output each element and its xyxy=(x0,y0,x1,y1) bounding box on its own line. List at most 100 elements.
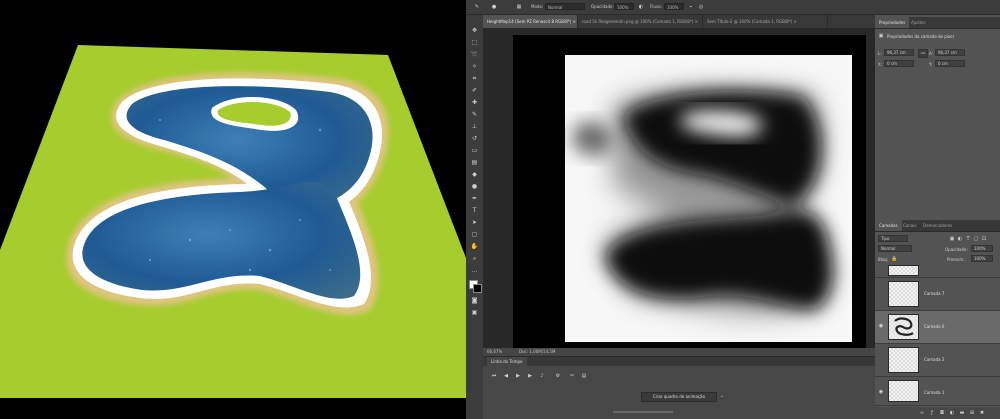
tab-paths[interactable]: Demarcadores xyxy=(919,220,956,231)
layer-row-selected[interactable]: ◉ Camada 6 xyxy=(875,311,1000,344)
layer-name[interactable]: Camada 6 xyxy=(924,324,944,329)
pressure-opacity-icon[interactable]: ◐ xyxy=(638,4,644,10)
visibility-eye-icon[interactable]: ◉ xyxy=(877,389,885,396)
move-tool-icon[interactable]: ✥ xyxy=(470,27,479,35)
background-color-swatch[interactable] xyxy=(473,284,482,293)
right-panels: Propriedades Ajustes ▣ Propriedades da c… xyxy=(875,15,1000,419)
layer-thumbnail xyxy=(888,347,919,373)
link-dimensions-button[interactable]: GO xyxy=(918,49,928,58)
create-dropdown-icon[interactable]: ⌄ xyxy=(719,393,725,399)
eyedropper-tool-icon[interactable]: ✐ xyxy=(470,87,479,95)
filter-shape-icon[interactable]: ▢ xyxy=(973,236,979,242)
mask-icon[interactable]: ◘ xyxy=(939,410,945,416)
screen-mode-icon[interactable]: ▣ xyxy=(470,309,479,317)
width-field[interactable]: 96,37 cm xyxy=(884,49,914,56)
timeline-tab[interactable]: Linha do Tempo xyxy=(487,357,527,366)
trash-icon[interactable]: ✖ xyxy=(979,410,985,416)
stamp-tool-icon[interactable]: ⊥ xyxy=(470,123,479,131)
blur-tool-icon[interactable]: ◆ xyxy=(470,171,479,179)
filter-type-icon[interactable]: T xyxy=(965,236,971,242)
canvas-area[interactable] xyxy=(483,28,875,349)
split-icon[interactable]: ✂ xyxy=(569,373,575,379)
filter-smart-icon[interactable]: ⊡ xyxy=(981,236,987,242)
blend-mode-select[interactable]: Normal xyxy=(878,245,912,252)
tab-properties[interactable]: Propriedades xyxy=(875,17,910,28)
first-frame-icon[interactable]: ⏮ xyxy=(491,373,497,379)
eraser-tool-icon[interactable]: ▭ xyxy=(470,147,479,155)
crop-tool-icon[interactable]: ⌗ xyxy=(470,75,479,83)
options-bar: ✎ ● ▦ Modo: Normal Opacidade: 100% ◐ Flu… xyxy=(466,0,1000,15)
brush-panel-icon[interactable]: ▦ xyxy=(516,4,522,10)
mode-select[interactable]: Normal xyxy=(545,3,585,10)
next-frame-icon[interactable]: ▶ xyxy=(527,373,533,379)
opacity-input[interactable]: 100% xyxy=(614,3,634,10)
dodge-tool-icon[interactable]: ● xyxy=(470,183,479,191)
flow-input[interactable]: 100% xyxy=(664,3,684,10)
tools-panel: ✥ ⬚ ➰ ✧ ⌗ ✐ ✚ ✎ ⊥ ↺ ▭ ▤ ◆ ● ✒ T ➤ ▢ ✋ ⌕ … xyxy=(466,15,484,419)
tab-channels[interactable]: Canais xyxy=(899,220,920,231)
shape-tool-icon[interactable]: ▢ xyxy=(470,231,479,239)
hand-tool-icon[interactable]: ✋ xyxy=(470,243,479,251)
doc-tab[interactable]: road 5k Resgeremdin.png @ 100% (Camada 1… xyxy=(578,15,703,28)
layer-row[interactable]: Camada 7 xyxy=(875,278,1000,311)
pen-tool-icon[interactable]: ✒ xyxy=(470,195,479,203)
document-canvas[interactable] xyxy=(513,35,866,349)
layer-row[interactable]: ◉ Camada 1 xyxy=(875,377,1000,406)
layers-footer: ∞ ƒ ◘ ◐ ▬ ⊞ ✖ xyxy=(875,407,1000,419)
pressure-size-icon[interactable]: ◎ xyxy=(698,4,704,10)
create-animation-button[interactable]: Criar quadro de animação xyxy=(641,392,717,402)
fill-input[interactable]: 100% xyxy=(971,255,993,262)
brush-size-icon[interactable]: ● xyxy=(491,4,497,10)
fx-icon[interactable]: ƒ xyxy=(929,410,935,416)
visibility-eye-icon[interactable]: ◉ xyxy=(877,323,885,330)
layer-filter-select[interactable]: Tipo xyxy=(878,235,908,242)
group-folder-icon[interactable]: ▬ xyxy=(959,410,965,416)
layer-row[interactable]: Camada 2 xyxy=(875,344,1000,377)
doc-tab[interactable]: Sem Título-2 @ 100% (Camada 1, RGB/8*) × xyxy=(703,15,828,28)
more-tools-icon[interactable]: … xyxy=(470,267,479,275)
layer-thumbnail xyxy=(888,281,919,307)
audio-icon[interactable]: ♪ xyxy=(539,373,545,379)
prev-frame-icon[interactable]: ◀ xyxy=(503,373,509,379)
y-field[interactable]: 0 cm xyxy=(935,60,965,67)
layer-name[interactable]: Camada 1 xyxy=(924,390,944,395)
x-field[interactable]: 0 cm xyxy=(884,60,914,67)
tab-layers[interactable]: Camadas xyxy=(875,220,902,231)
layer-name[interactable]: Camada 2 xyxy=(924,357,944,362)
filter-pixel-icon[interactable]: ▣ xyxy=(949,236,955,242)
layer-opacity-label: Opacidade: xyxy=(945,247,968,252)
new-layer-icon[interactable]: ⊞ xyxy=(969,410,975,416)
zoom-tool-icon[interactable]: ⌕ xyxy=(470,255,479,263)
type-tool-icon[interactable]: T xyxy=(470,207,479,215)
layer-name[interactable]: Camada 7 xyxy=(924,291,944,296)
game-viewport[interactable] xyxy=(0,0,466,419)
width-label: L: xyxy=(878,51,882,56)
transition-icon[interactable]: ▤ xyxy=(581,373,587,379)
y-label: Y: xyxy=(929,62,933,67)
layer-opacity-input[interactable]: 100% xyxy=(971,245,993,252)
healing-tool-icon[interactable]: ✚ xyxy=(470,99,479,107)
marquee-tool-icon[interactable]: ⬚ xyxy=(470,39,479,47)
adjustment-layer-icon[interactable]: ◐ xyxy=(949,410,955,416)
brush-tool-icon[interactable]: ✎ xyxy=(470,111,479,119)
gradient-tool-icon[interactable]: ▤ xyxy=(470,159,479,167)
zoom-slider[interactable] xyxy=(613,411,673,413)
zoom-level[interactable]: 66,67% xyxy=(487,348,502,356)
filter-adjust-icon[interactable]: ◐ xyxy=(957,236,963,242)
doc-tab[interactable]: HeightMap14 (Sem PZ Renascit 8 RGB/8*) × xyxy=(483,15,578,28)
tab-adjustments[interactable]: Ajustes xyxy=(907,17,930,28)
quick-select-tool-icon[interactable]: ✧ xyxy=(470,63,479,71)
play-icon[interactable]: ▶ xyxy=(515,373,521,379)
link-layers-icon[interactable]: ∞ xyxy=(919,410,925,416)
height-field[interactable]: 96,37 cm xyxy=(935,49,965,56)
settings-icon[interactable]: ⚙ xyxy=(555,373,561,379)
lock-icon[interactable]: 🔒 xyxy=(891,256,897,262)
brush-icon[interactable]: ✎ xyxy=(474,4,480,10)
quick-mask-icon[interactable]: ◙ xyxy=(470,297,479,305)
history-brush-tool-icon[interactable]: ↺ xyxy=(470,135,479,143)
path-select-tool-icon[interactable]: ➤ xyxy=(470,219,479,227)
mode-label: Modo: xyxy=(531,4,544,9)
lasso-tool-icon[interactable]: ➰ xyxy=(470,51,479,59)
airbrush-icon[interactable]: ⌁ xyxy=(688,4,694,10)
layer-row[interactable] xyxy=(875,265,1000,278)
